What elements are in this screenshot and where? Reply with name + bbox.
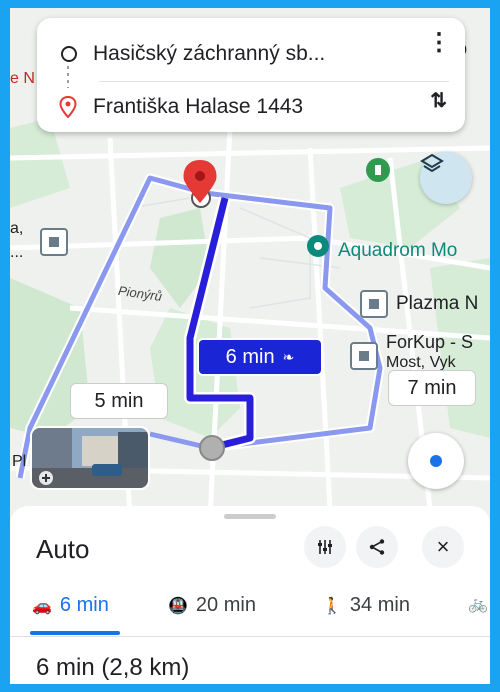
poi-marker[interactable] (40, 228, 68, 256)
poi-label-forkup[interactable]: ForKup - S (386, 332, 473, 353)
route-time-label: 6 min (225, 345, 275, 368)
more-options-icon[interactable]: ⋮ (427, 28, 451, 57)
route-time-selected[interactable]: 6 min ❧ (197, 338, 323, 376)
active-tab-indicator (30, 631, 120, 635)
poi-marker-plazma[interactable] (360, 290, 388, 318)
share-button[interactable] (356, 526, 398, 568)
divider (10, 636, 490, 637)
close-icon: × (436, 534, 450, 559)
poi-label-aquadrom[interactable]: Aquadrom Mo (338, 240, 457, 262)
tab-walk[interactable]: 🚶 34 min (322, 594, 410, 617)
street-view-thumbnail[interactable] (30, 426, 150, 490)
transit-icon: 🚇 (168, 597, 188, 615)
street-view-image (32, 428, 148, 488)
destination-row[interactable]: Františka Halase 1443 (37, 82, 465, 132)
map-edge-label: a, (10, 220, 24, 237)
leaf-icon: ❧ (282, 348, 295, 365)
tab-car-label: 6 min (59, 594, 109, 616)
tune-icon (318, 540, 332, 554)
my-location-button[interactable] (408, 433, 464, 489)
destination-field[interactable]: Františka Halase 1443 (93, 95, 303, 119)
sheet-drag-handle[interactable] (224, 514, 276, 519)
tab-transit-label: 20 min (195, 594, 256, 616)
poi-marker-forkup[interactable] (350, 342, 378, 370)
walk-icon: 🚶 (322, 597, 342, 615)
cycle-icon: 🚲 (468, 596, 488, 613)
route-summary: 6 min (2,8 km) (36, 654, 190, 681)
swap-route-icon[interactable]: ⇅ (430, 88, 447, 113)
directions-sheet: Auto × 🚗 6 min 🚇 20 min 🚶 34 min 🚲 6 min… (10, 506, 490, 684)
route-time-alt[interactable]: 7 min (388, 370, 476, 406)
map-edge-label: ... (10, 244, 24, 261)
layers-button[interactable] (420, 152, 472, 204)
route-input-card: Hasičský záchranný sb... Františka Halas… (37, 18, 465, 132)
origin-row[interactable]: Hasičský záchranný sb... (37, 29, 465, 79)
car-icon: 🚗 (32, 597, 52, 615)
tab-walk-label: 34 min (349, 594, 410, 616)
location-dot-icon (430, 455, 442, 467)
tab-transit[interactable]: 🚇 20 min (168, 594, 256, 617)
app-frame: e N o a, ... Pl Aquadrom Mo Plazma N For… (10, 8, 490, 684)
origin-field[interactable]: Hasičský záchranný sb... (93, 42, 325, 66)
origin-circle-icon (61, 46, 77, 62)
share-icon (369, 539, 385, 555)
map-edge-label: e N (10, 70, 35, 87)
destination-pin-icon (59, 96, 77, 118)
tab-car[interactable]: 🚗 6 min (32, 594, 109, 617)
map-edge-label: Pl (12, 453, 27, 470)
close-button[interactable]: × (422, 526, 464, 568)
poi-label-plazma[interactable]: Plazma N (396, 293, 478, 315)
tab-more[interactable]: 🚲 (468, 594, 490, 614)
layers-icon (420, 153, 444, 173)
route-options-button[interactable] (304, 526, 346, 568)
route-time-alt[interactable]: 5 min (70, 383, 168, 419)
travel-mode-title: Auto (36, 534, 90, 564)
